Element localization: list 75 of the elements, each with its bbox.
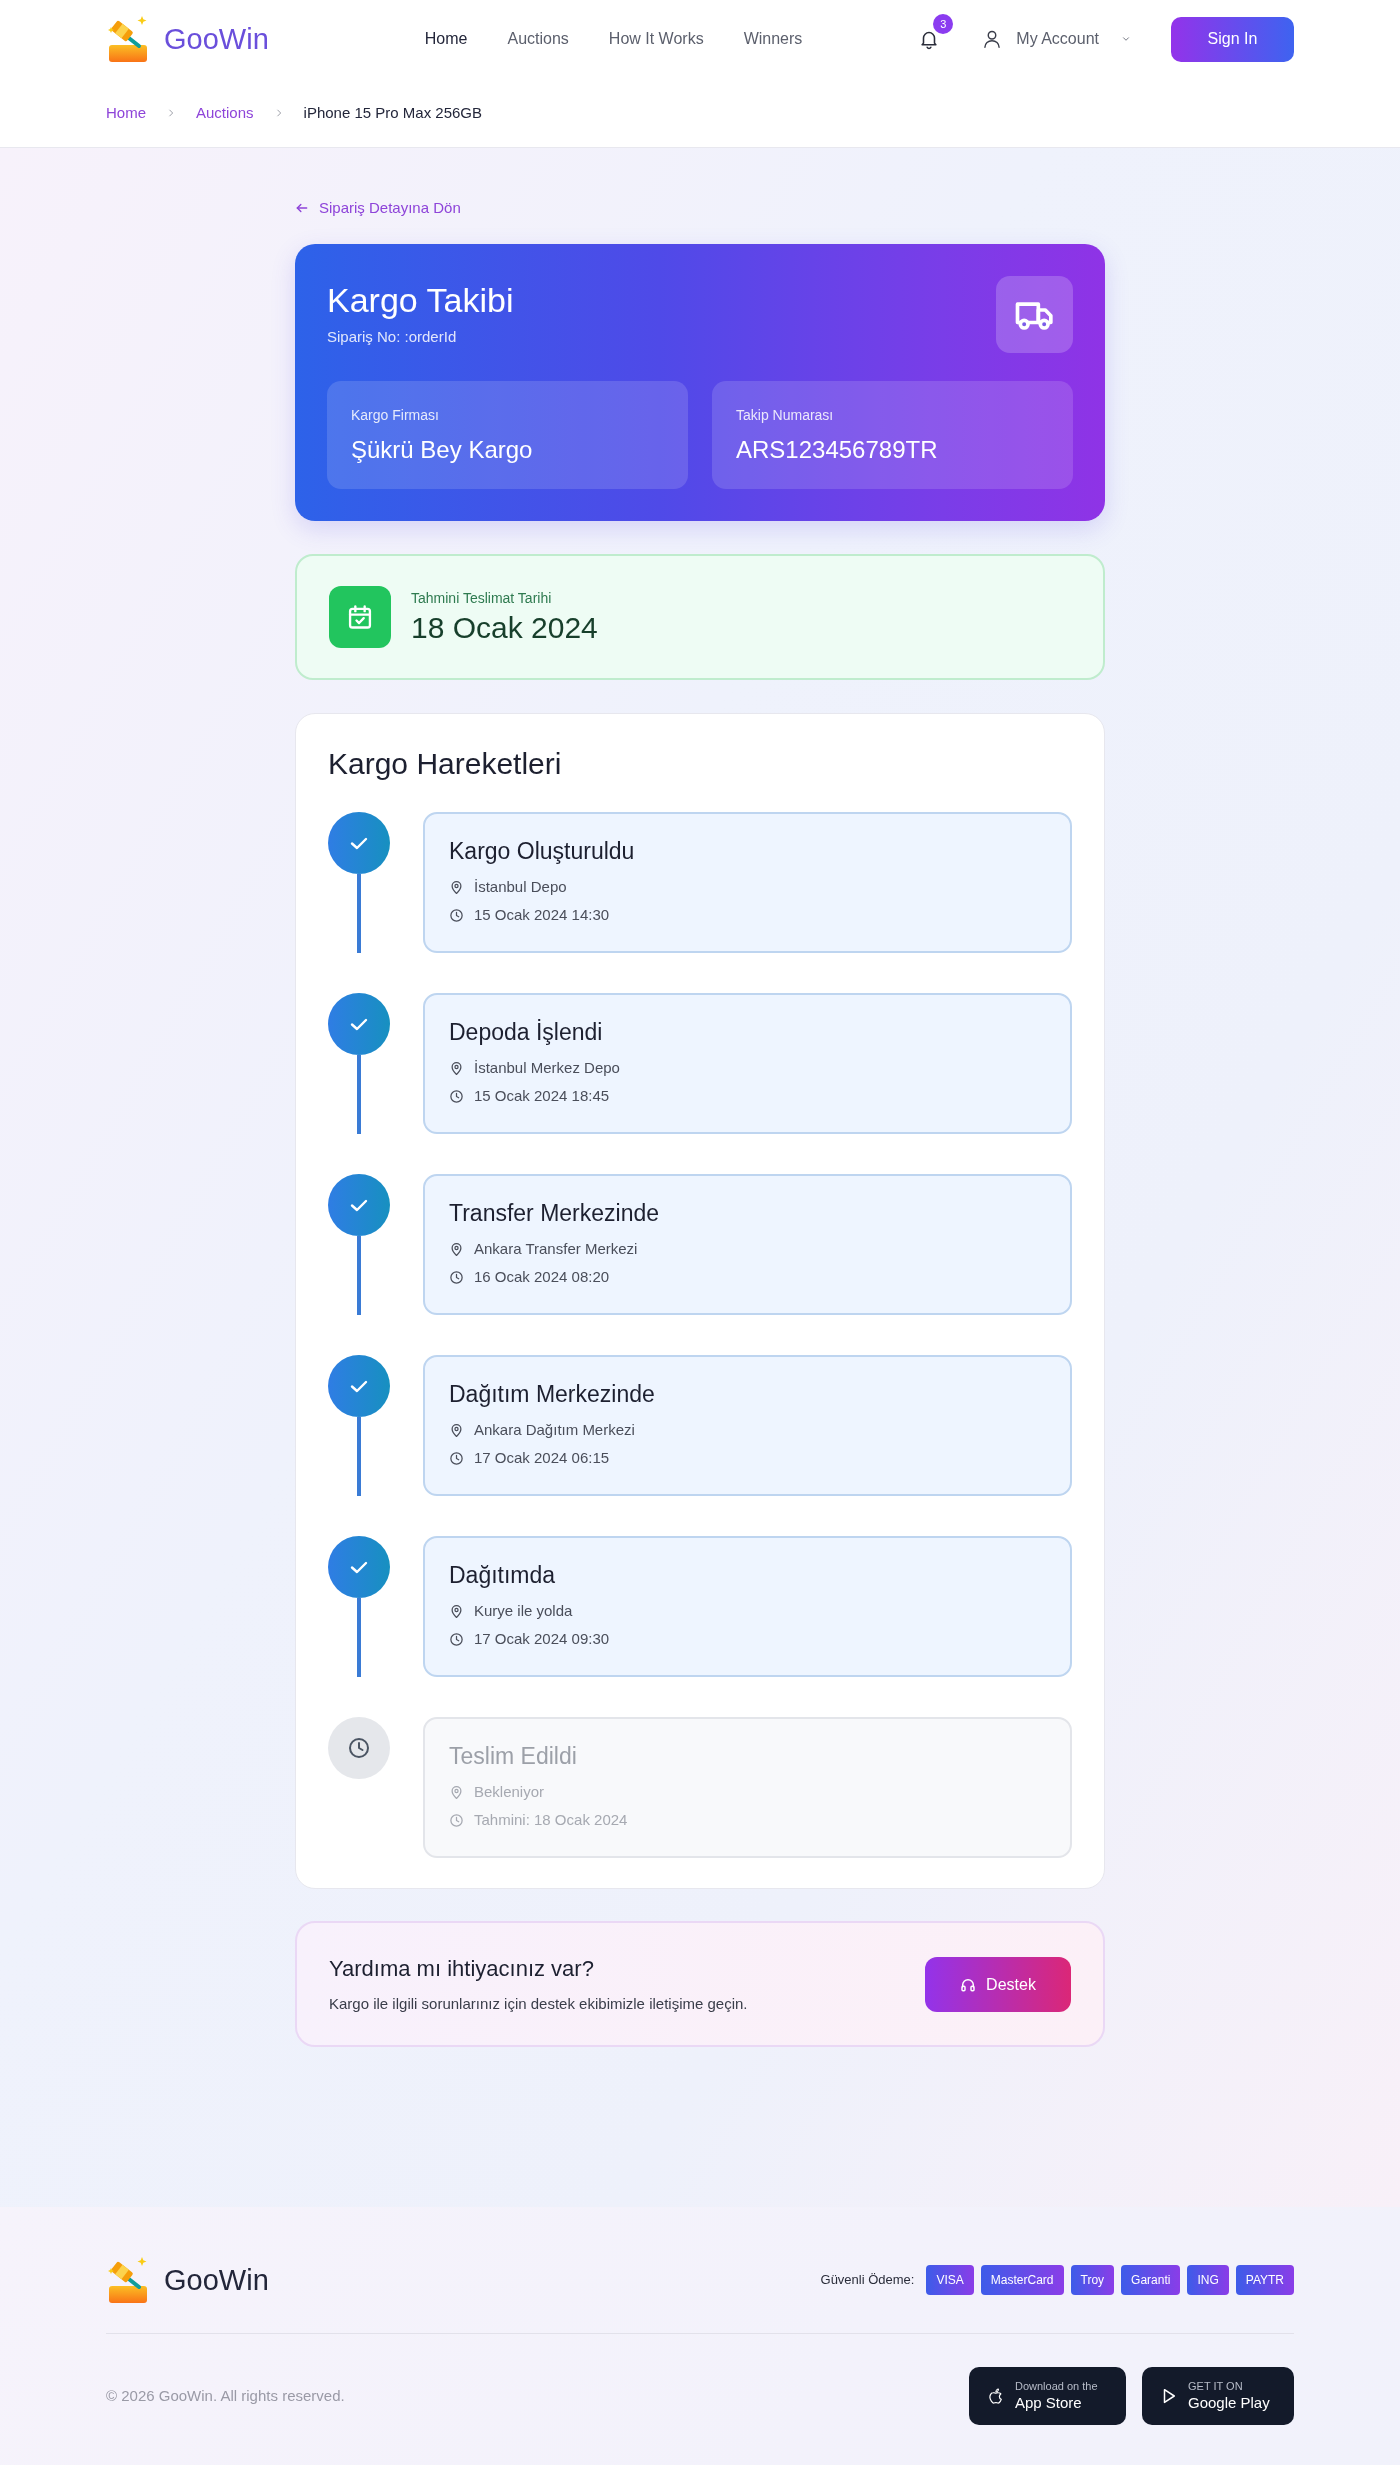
support-button[interactable]: Destek — [925, 1957, 1071, 2012]
event-title: Kargo Oluşturuldu — [449, 837, 636, 866]
nav-link[interactable]: Home — [424, 27, 468, 51]
pin-icon — [449, 1241, 464, 1257]
nav-link[interactable]: How It Works — [608, 27, 704, 51]
back-link[interactable]: Sipariş Detayına Dön — [295, 198, 461, 218]
payment-label: Güvenli Ödeme: — [820, 2271, 915, 2290]
event-location: Kurye ile yolda — [474, 1601, 573, 1621]
event-time: 16 Ocak 2024 08:20 — [474, 1267, 610, 1287]
pin-icon — [449, 1060, 464, 1076]
event-title: Dağıtımda — [449, 1561, 557, 1590]
payment-method-tag: PAYTR — [1235, 2265, 1294, 2295]
gavel-icon — [106, 2256, 150, 2304]
field-label: Takip Numarası — [736, 406, 835, 425]
nav-link[interactable]: Winners — [743, 27, 803, 51]
order-number: Sipariş No: :orderId — [327, 327, 458, 347]
help-text: Kargo ile ilgili sorunlarınız için destek ekibimizle iletişime geçin. — [329, 1994, 748, 2014]
event-time: 15 Ocak 2024 18:45 — [474, 1086, 610, 1106]
user-icon — [982, 28, 1003, 50]
notification-count: 3 — [933, 14, 954, 34]
breadcrumb-link[interactable]: Auctions — [196, 102, 254, 124]
event-title: Depoda İşlendi — [449, 1018, 604, 1047]
event-time: 17 Ocak 2024 09:30 — [474, 1629, 610, 1649]
clock-icon — [449, 907, 464, 923]
breadcrumb-current: iPhone 15 Pro Max 256GB — [303, 103, 482, 123]
pin-icon — [449, 1784, 464, 1800]
event-title: Teslim Edildi — [449, 1742, 578, 1771]
account-menu[interactable]: My Account — [982, 27, 1131, 51]
chevron-icon — [166, 108, 176, 118]
clock-icon — [449, 1269, 464, 1285]
calendar-icon — [329, 586, 391, 648]
gavel-icon[interactable] — [106, 15, 150, 63]
event-title: Dağıtım Merkezinde — [449, 1380, 656, 1409]
help-title: Yardıma mı ihtiyacınız var? — [329, 1955, 595, 1983]
field-value: Şükrü Bey Kargo — [351, 435, 534, 465]
clock-icon — [449, 1812, 464, 1828]
payment-method-tag: VISA — [926, 2265, 974, 2295]
truck-icon — [996, 276, 1073, 353]
clock-icon — [449, 1450, 464, 1466]
caret-icon — [1121, 34, 1131, 44]
field-value: ARS123456789TR — [736, 435, 939, 465]
payment-method-tag: Troy — [1070, 2265, 1115, 2295]
nav-link[interactable]: Auctions — [507, 27, 569, 51]
sign-in-button[interactable]: Sign In — [1171, 16, 1294, 62]
brand-name[interactable]: GooWin — [164, 24, 269, 54]
event-location: İstanbul Merkez Depo — [474, 1058, 620, 1078]
event-location: Ankara Transfer Merkezi — [474, 1239, 638, 1259]
clock-icon — [449, 1631, 464, 1647]
event-title: Transfer Merkezinde — [449, 1199, 661, 1228]
event-location: Bekleniyor — [474, 1782, 545, 1802]
copyright-text: © 2026 GooWin. All rights reserved. — [106, 2385, 345, 2406]
event-location: İstanbul Depo — [474, 877, 567, 897]
payment-method-tag: Garanti — [1121, 2265, 1181, 2295]
breadcrumb-link[interactable]: Home — [106, 102, 146, 124]
clock-icon — [449, 1088, 464, 1104]
headset-icon — [960, 1976, 977, 1993]
store-button[interactable]: GET IT ON Google Play — [1142, 2367, 1294, 2425]
field-label: Kargo Firması — [351, 406, 440, 425]
pin-icon — [449, 1422, 464, 1438]
payment-method-tag: MasterCard — [980, 2265, 1064, 2295]
event-time: 15 Ocak 2024 14:30 — [474, 905, 610, 925]
pin-icon — [449, 879, 464, 895]
page-title: Kargo Takibi — [327, 280, 514, 321]
payment-method-tag: ING — [1187, 2265, 1229, 2295]
delivery-date: 18 Ocak 2024 — [411, 610, 598, 646]
event-location: Ankara Dağıtım Merkezi — [474, 1420, 635, 1440]
pin-icon — [449, 1603, 464, 1619]
event-time: Tahmini: 18 Ocak 2024 — [474, 1810, 628, 1830]
apple-icon — [987, 2386, 1005, 2406]
store-button[interactable]: Download on the App Store — [969, 2367, 1126, 2425]
brand-name: GooWin — [164, 2265, 269, 2295]
section-title: Kargo Hareketleri — [328, 746, 563, 782]
delivery-label: Tahmini Teslimat Tarihi — [411, 589, 553, 608]
event-time: 17 Ocak 2024 06:15 — [474, 1448, 610, 1468]
arrow-left-icon — [295, 201, 309, 215]
